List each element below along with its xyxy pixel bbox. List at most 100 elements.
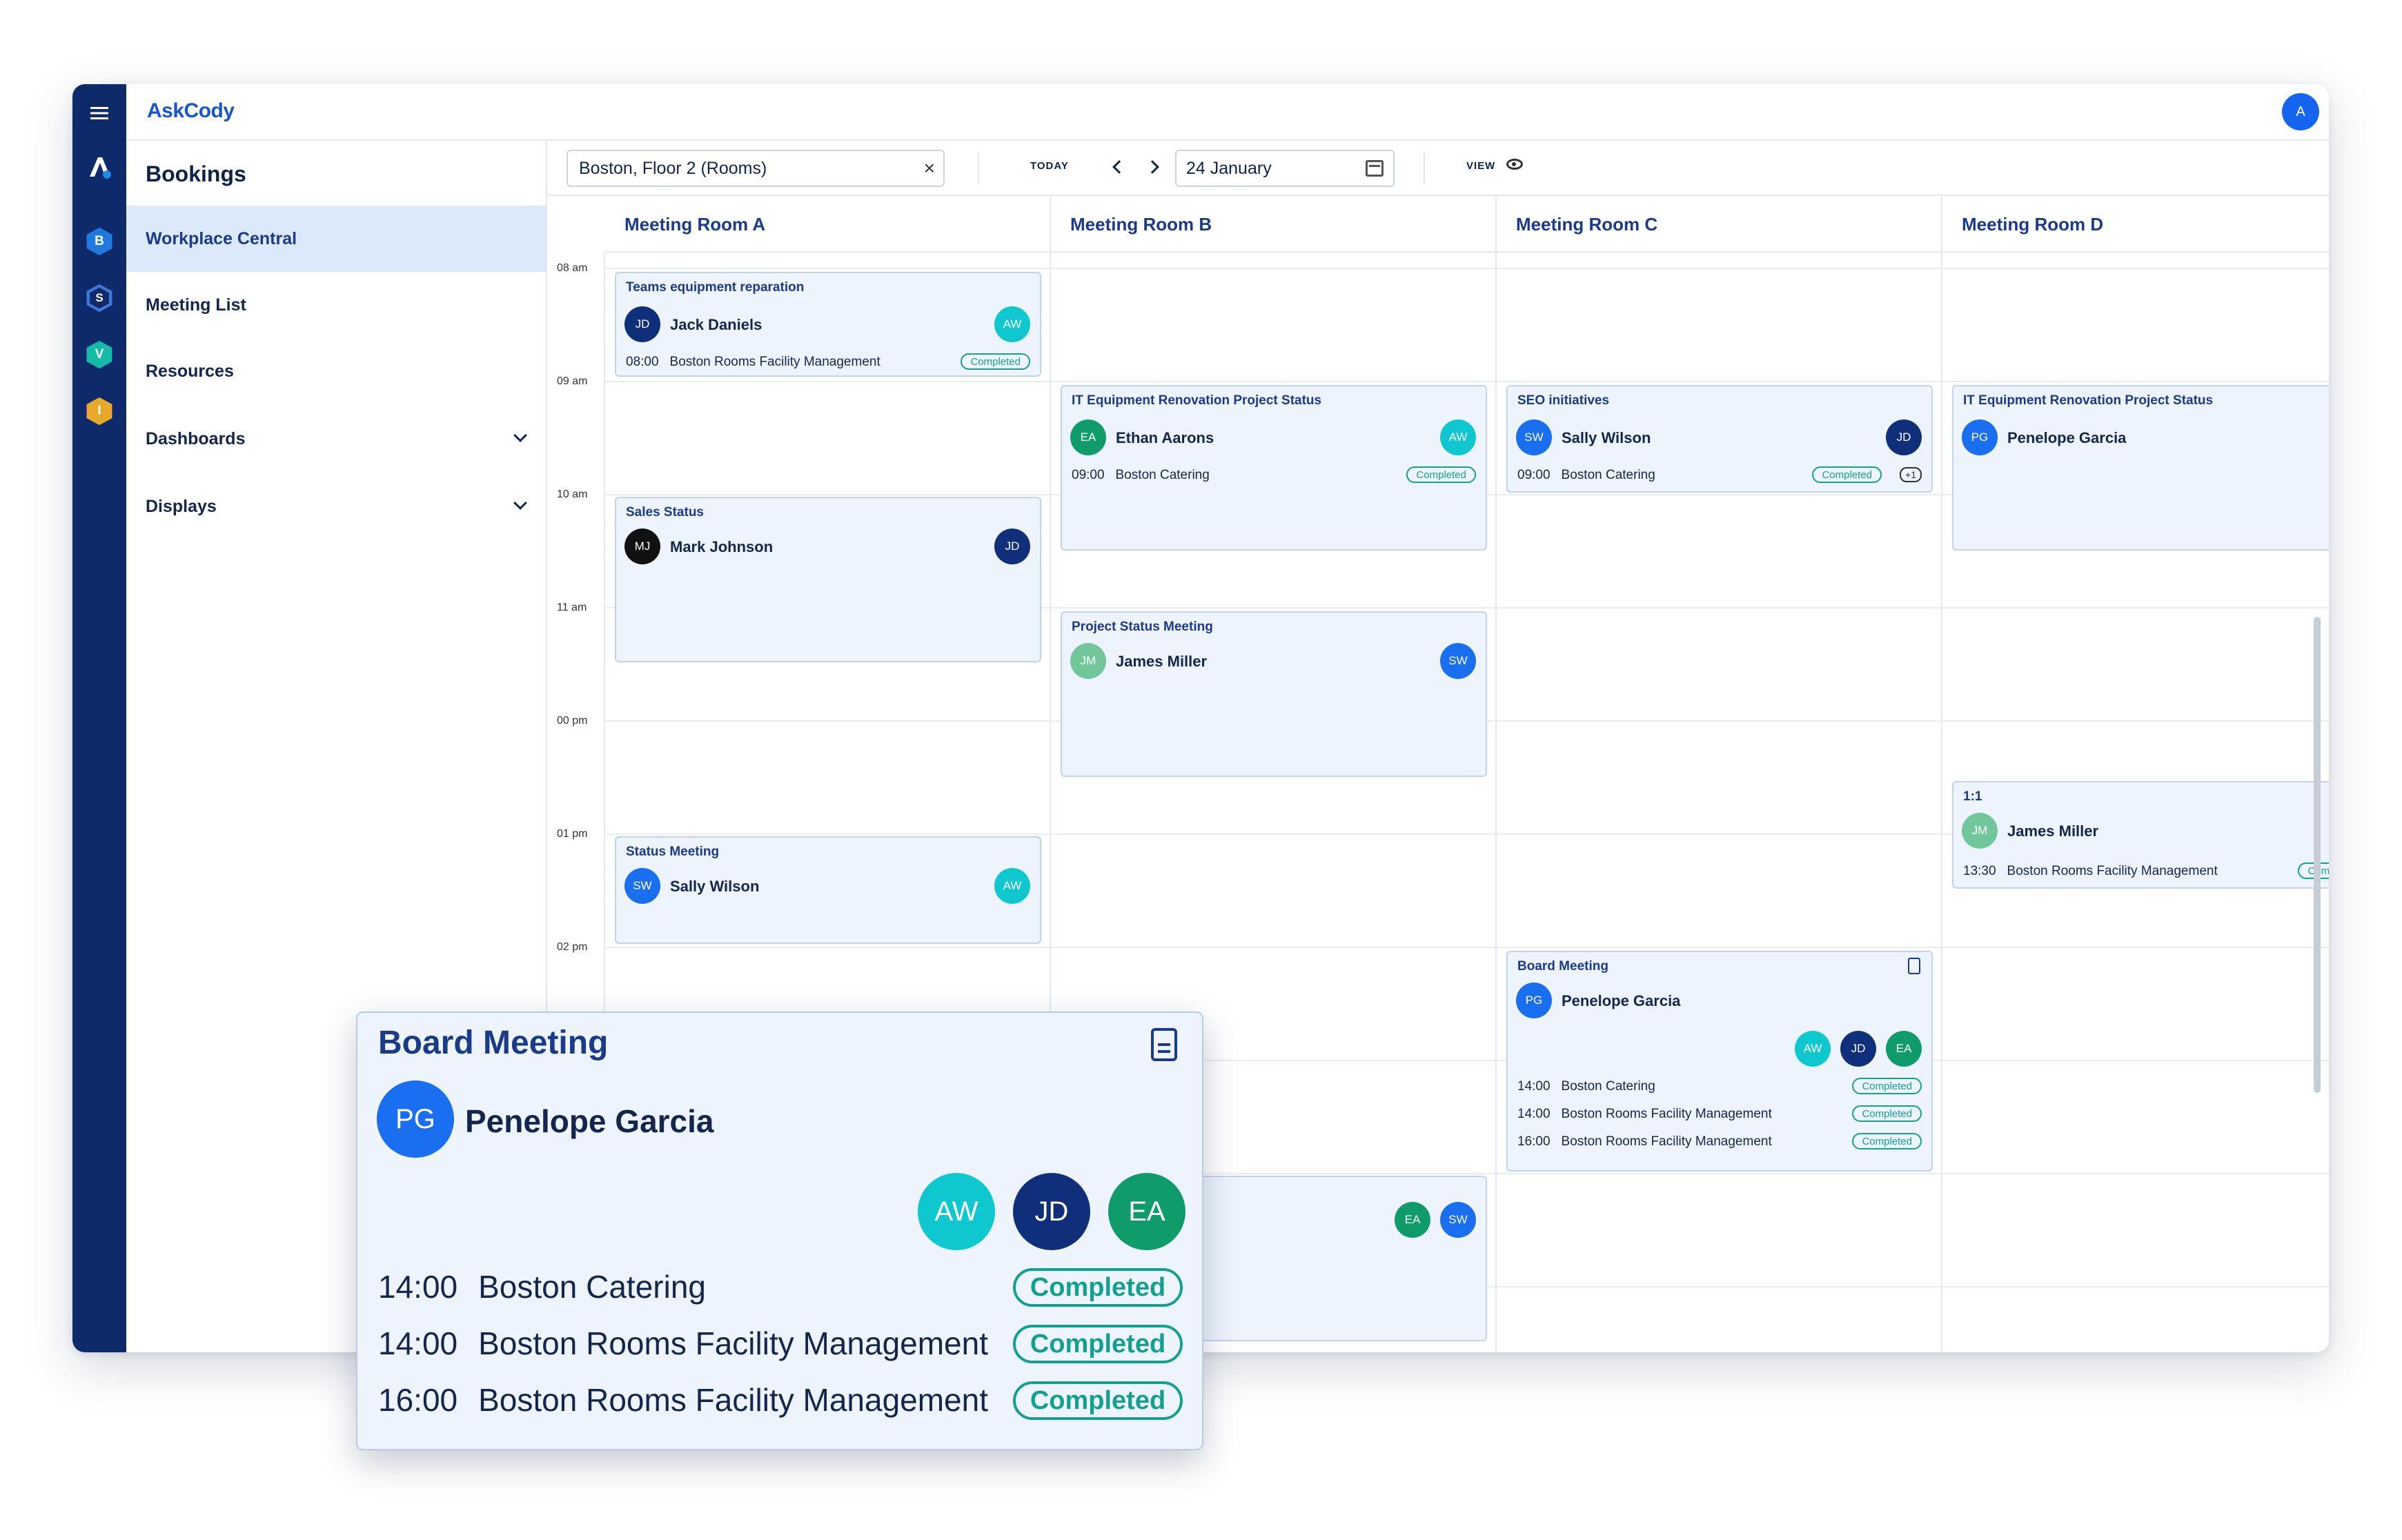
host-name: Sally Wilson: [1562, 429, 1651, 446]
more-badge[interactable]: +1: [1900, 467, 1922, 482]
status-badge: Completed: [1812, 466, 1882, 483]
sidebar-item-workplace-central[interactable]: Workplace Central: [126, 206, 546, 272]
eye-icon[interactable]: [1506, 159, 1523, 170]
today-button[interactable]: TODAY: [1030, 160, 1069, 172]
document-icon[interactable]: [1908, 958, 1920, 974]
attendee-avatar: JD: [1840, 1031, 1876, 1067]
sidebar-item-dashboards[interactable]: Dashboards: [126, 406, 546, 472]
booking-title: SEO initiatives: [1517, 393, 1610, 408]
sidebar-item-meeting-list[interactable]: Meeting List: [126, 272, 546, 338]
host-name: Penelope Garcia: [465, 1103, 714, 1139]
booking-title: 1:1: [1963, 789, 1982, 804]
room-header-d[interactable]: Meeting Room D: [1942, 196, 2329, 253]
prev-day-icon[interactable]: [1112, 160, 1126, 174]
host-avatar: JD: [624, 306, 660, 342]
divider: [1424, 153, 1425, 184]
app-rail: B S V I: [72, 84, 126, 1352]
attendee-avatar: AW: [1440, 419, 1476, 455]
vertical-scrollbar[interactable]: [2314, 617, 2321, 1093]
sidebar-title: Bookings: [146, 161, 246, 186]
attendee-avatar: JD: [1886, 419, 1922, 455]
calendar-toolbar: Boston, Floor 2 (Rooms) × TODAY 24 Januar…: [547, 141, 2329, 196]
service-line: 14:00 Boston Catering: [1517, 1079, 1655, 1094]
booking-title: Sales Status: [626, 505, 704, 520]
host-name: Penelope Garcia: [2007, 429, 2127, 446]
askcody-logo-icon[interactable]: [84, 152, 115, 182]
s-hex-icon[interactable]: S: [84, 283, 115, 313]
top-bar: AskCody A: [126, 84, 2329, 141]
status-badge: Completed: [1013, 1325, 1183, 1363]
status-badge: Completed: [1852, 1105, 1922, 1122]
grid-divider: [1495, 253, 1497, 1352]
sidebar-item-displays[interactable]: Displays: [126, 473, 546, 540]
i-hex-icon[interactable]: I: [84, 396, 115, 426]
booking-card[interactable]: IT Equipment Renovation Project Status E…: [1061, 385, 1487, 551]
host-avatar: MJ: [624, 529, 660, 564]
booking-card[interactable]: Status Meeting SW Sally Wilson AW: [615, 836, 1041, 944]
booking-card[interactable]: SEO initiatives SW Sally Wilson JD 09:00…: [1506, 385, 1933, 493]
menu-icon[interactable]: [84, 98, 115, 128]
next-day-icon[interactable]: [1145, 160, 1159, 174]
booking-card[interactable]: IT Equipment Renovation Project Status P…: [1952, 385, 2329, 551]
booking-card[interactable]: 1:1 JM James Miller JD 13:30Boston Rooms…: [1952, 781, 2329, 889]
room-header-c[interactable]: Meeting Room C: [1497, 196, 1942, 253]
hour-line: [605, 947, 2329, 948]
hour-label: 02 pm: [557, 941, 588, 953]
booking-card[interactable]: Project Status Meeting JM James Miller S…: [1061, 611, 1487, 777]
brand-logo[interactable]: AskCody: [147, 99, 235, 123]
booking-detail-popup[interactable]: Board Meeting PG Penelope Garcia AW JD E…: [356, 1011, 1203, 1450]
status-badge: Completed: [1852, 1078, 1922, 1094]
attendee-avatar: EA: [1886, 1031, 1922, 1067]
attendee-avatar: EA: [1395, 1202, 1430, 1238]
view-button[interactable]: VIEW: [1466, 160, 1495, 172]
service-line: 14:00 Boston Rooms Facility Management: [1517, 1107, 1772, 1121]
room-header-row: Meeting Room A Meeting Room B Meeting Ro…: [605, 196, 2329, 253]
chevron-down-icon: [513, 428, 527, 442]
host-avatar: SW: [1516, 419, 1552, 455]
status-badge: Completed: [961, 353, 1030, 370]
service-line: 14:00 Boston Rooms Facility Management: [378, 1325, 988, 1361]
service-line: 09:00 Boston Catering: [1517, 468, 1655, 482]
room-header-b[interactable]: Meeting Room B: [1051, 196, 1497, 253]
host-avatar: EA: [1070, 419, 1106, 455]
booking-card[interactable]: Board Meeting PG Penelope Garcia AW JD E…: [1506, 951, 1933, 1172]
host-name: James Miller: [2007, 822, 2099, 840]
location-select[interactable]: Boston, Floor 2 (Rooms) ×: [567, 150, 945, 187]
attendee-avatar: JD: [1013, 1173, 1090, 1250]
clear-icon[interactable]: ×: [924, 157, 935, 179]
host-avatar: PG: [377, 1080, 454, 1158]
host-name: Ethan Aarons: [1116, 429, 1214, 446]
status-badge: Completed: [1852, 1133, 1922, 1149]
hour-label: 11 am: [557, 602, 587, 613]
status-badge: Completed: [1013, 1381, 1183, 1420]
user-avatar[interactable]: A: [2282, 93, 2319, 130]
hour-line: [605, 268, 2329, 269]
v-hex-icon[interactable]: V: [84, 339, 115, 370]
room-header-a[interactable]: Meeting Room A: [605, 196, 1051, 253]
hour-label: 08 am: [557, 262, 588, 274]
document-icon[interactable]: [1151, 1028, 1177, 1061]
host-name: Sally Wilson: [670, 878, 760, 895]
chevron-down-icon: [513, 496, 527, 510]
service-line: 13:30 Boston Rooms Facility Management: [1963, 864, 2218, 878]
host-avatar: PG: [1516, 983, 1552, 1018]
host-avatar: JM: [1070, 643, 1106, 679]
hour-line: [605, 381, 2329, 382]
service-line: 14:00 Boston Catering: [378, 1269, 706, 1305]
service-line: 09:00 Boston Catering: [1072, 468, 1210, 482]
sidebar-item-resources[interactable]: Resources: [126, 338, 546, 404]
booking-title: Status Meeting: [626, 845, 720, 859]
host-name: Penelope Garcia: [1562, 992, 1681, 1009]
calendar-icon[interactable]: [1366, 160, 1384, 177]
booking-card[interactable]: Teams equipment reparation JD Jack Danie…: [615, 272, 1041, 377]
booking-title: Teams equipment reparation: [626, 280, 805, 295]
date-picker[interactable]: 24 January: [1175, 150, 1395, 187]
booking-card[interactable]: Sales Status MJ Mark Johnson JD: [615, 497, 1041, 662]
attendee-avatar: AW: [994, 868, 1030, 904]
attendee-avatar: JD: [994, 529, 1030, 564]
bookings-hex-icon[interactable]: B: [84, 226, 115, 257]
booking-title: IT Equipment Renovation Project Status: [1072, 393, 1322, 408]
attendee-avatar: EA: [1108, 1173, 1185, 1250]
attendee-avatar: AW: [918, 1173, 995, 1250]
service-line: 08:00 Boston Rooms Facility Management: [626, 355, 880, 369]
